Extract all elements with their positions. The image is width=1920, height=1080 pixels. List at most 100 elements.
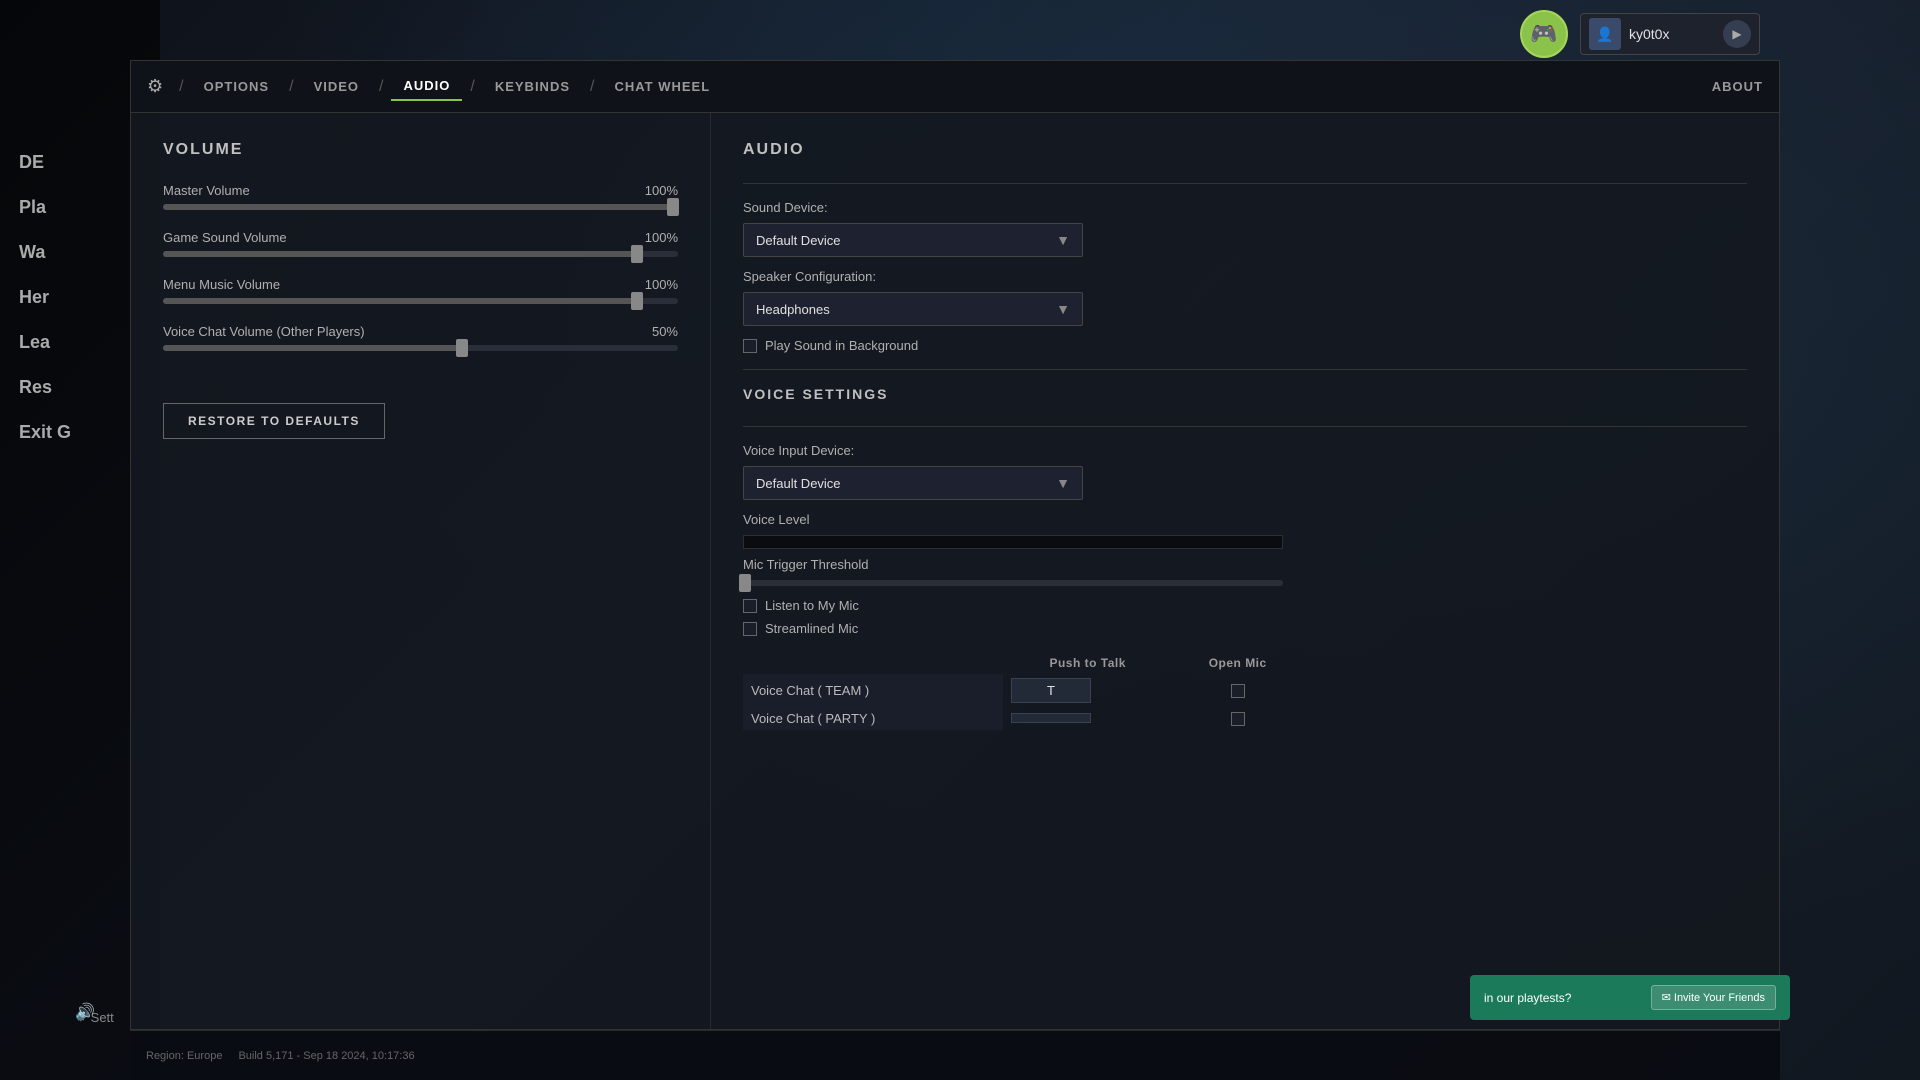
voice-party-label: Voice Chat ( PARTY ) [743,707,1003,730]
table-row: Voice Chat ( TEAM ) T [743,674,1303,707]
speaker-config-label: Speaker Configuration: [743,269,1747,284]
play-button[interactable]: ▶ [1723,20,1751,48]
voice-table: Push to Talk Open Mic Voice Chat ( TEAM … [743,652,1303,730]
user-avatar-small: 👤 [1589,18,1621,50]
invite-banner: in our playtests? ✉ Invite Your Friends [1470,975,1790,1020]
tab-keybinds[interactable]: KEYBINDS [483,73,582,100]
left-menu-item-4[interactable]: Lea [0,320,130,365]
streamlined-mic-label: Streamlined Mic [765,621,858,636]
voice-party-push-key[interactable] [1003,707,1172,730]
settings-icon[interactable]: ⚙ [147,76,163,97]
tab-options[interactable]: OPTIONS [192,73,282,100]
volume-icon-bottom: 🔊 [75,1002,95,1022]
nav-sep-3: / [470,78,474,96]
voice-col-push-to-talk: Push to Talk [1003,652,1172,674]
voice-team-open-mic [1172,674,1303,707]
mic-trigger-label: Mic Trigger Threshold [743,557,1747,572]
slider-game-thumb[interactable] [631,245,643,263]
slider-menu-track[interactable] [163,298,678,304]
slider-voice-label: Voice Chat Volume (Other Players) [163,324,365,339]
tab-chat-wheel[interactable]: CHAT WHEEL [602,73,722,100]
slider-menu-value: 100% [645,277,678,292]
nav-sep-2: / [379,78,383,96]
streamlined-mic-checkbox[interactable] [743,622,757,636]
sound-device-label: Sound Device: [743,200,1747,215]
left-menu-item-3[interactable]: Her [0,275,130,320]
key-box-party[interactable] [1011,713,1091,723]
play-sound-bg-checkbox[interactable] [743,339,757,353]
voice-team-push-key[interactable]: T [1003,674,1172,707]
voice-col-open-mic: Open Mic [1172,652,1303,674]
sound-device-chevron-icon: ▼ [1056,232,1070,248]
slider-voice-chat: Voice Chat Volume (Other Players) 50% [163,324,678,351]
avatar[interactable]: 🎮 [1520,10,1568,58]
slider-voice-track[interactable] [163,345,678,351]
slider-game-value: 100% [645,230,678,245]
audio-title: AUDIO [743,141,1747,159]
streamlined-mic-row: Streamlined Mic [743,621,1747,636]
slider-game-label: Game Sound Volume [163,230,287,245]
slider-voice-fill [163,345,462,351]
audio-divider-3 [743,426,1747,427]
sound-device-dropdown[interactable]: Default Device ▼ [743,223,1083,257]
slider-master-value: 100% [645,183,678,198]
sound-device-value: Default Device [756,233,841,248]
tab-video[interactable]: VIDEO [302,73,371,100]
audio-section: AUDIO Sound Device: Default Device ▼ Spe… [711,113,1779,1029]
voice-input-dropdown[interactable]: Default Device ▼ [743,466,1083,500]
slider-voice-value: 50% [652,324,678,339]
left-menu-item-6[interactable]: Exit G [0,410,130,455]
left-menu-item-0[interactable]: DE [0,140,130,185]
volume-section: VOLUME Master Volume 100% Game Sound Vol… [131,113,711,1029]
nav-tabs: ⚙ / OPTIONS / VIDEO / AUDIO / KEYBINDS /… [131,61,1779,113]
mic-threshold-track[interactable] [743,580,1283,586]
invite-button[interactable]: ✉ Invite Your Friends [1651,985,1776,1010]
speaker-config-dropdown[interactable]: Headphones ▼ [743,292,1083,326]
slider-menu-music: Menu Music Volume 100% [163,277,678,304]
voice-input-label: Voice Input Device: [743,443,1747,458]
listen-to-mic-checkbox[interactable] [743,599,757,613]
play-sound-bg-row: Play Sound in Background [743,338,1747,353]
region-text: Region: Europe [146,1050,222,1062]
table-row: Voice Chat ( PARTY ) [743,707,1303,730]
restore-defaults-button[interactable]: RESTORE TO DEFAULTS [163,403,385,439]
slider-master-fill [163,204,673,210]
left-menu: DE Pla Wa Her Lea Res Exit G [0,140,130,455]
tab-audio[interactable]: AUDIO [391,72,462,101]
voice-input-chevron-icon: ▼ [1056,475,1070,491]
play-sound-bg-label: Play Sound in Background [765,338,918,353]
bottom-bar: Region: Europe Build 5,171 - Sep 18 2024… [130,1030,1780,1080]
left-menu-item-5[interactable]: Res [0,365,130,410]
left-menu-item-1[interactable]: Pla [0,185,130,230]
voice-col-empty [743,652,1003,674]
audio-divider-1 [743,183,1747,184]
user-badge[interactable]: 👤 ky0t0x ▶ [1580,13,1760,55]
avatar-icon: 🎮 [1530,21,1557,47]
tab-about[interactable]: ABOUT [1712,79,1763,94]
mic-threshold-thumb[interactable] [739,574,751,592]
slider-menu-label: Menu Music Volume [163,277,280,292]
invite-text: in our playtests? [1484,991,1571,1005]
key-box-team[interactable]: T [1011,678,1091,703]
left-menu-item-2[interactable]: Wa [0,230,130,275]
main-panel: ⚙ / OPTIONS / VIDEO / AUDIO / KEYBINDS /… [130,60,1780,1030]
slider-master-thumb[interactable] [667,198,679,216]
slider-voice-thumb[interactable] [456,339,468,357]
slider-master-track[interactable] [163,204,678,210]
voice-team-label: Voice Chat ( TEAM ) [743,674,1003,707]
nav-sep-4: / [590,78,594,96]
slider-master-volume: Master Volume 100% [163,183,678,210]
slider-menu-fill [163,298,637,304]
voice-team-open-mic-checkbox[interactable] [1231,684,1245,698]
voice-level-label: Voice Level [743,512,1747,527]
slider-game-sound: Game Sound Volume 100% [163,230,678,257]
listen-to-mic-label: Listen to My Mic [765,598,859,613]
slider-menu-thumb[interactable] [631,292,643,310]
topbar: 🎮 👤 ky0t0x ▶ [1520,10,1760,58]
voice-party-open-mic-checkbox[interactable] [1231,712,1245,726]
volume-title: VOLUME [163,141,678,159]
slider-game-track[interactable] [163,251,678,257]
voice-settings-title: VOICE SETTINGS [743,386,1747,402]
slider-game-fill [163,251,637,257]
voice-party-open-mic [1172,707,1303,730]
